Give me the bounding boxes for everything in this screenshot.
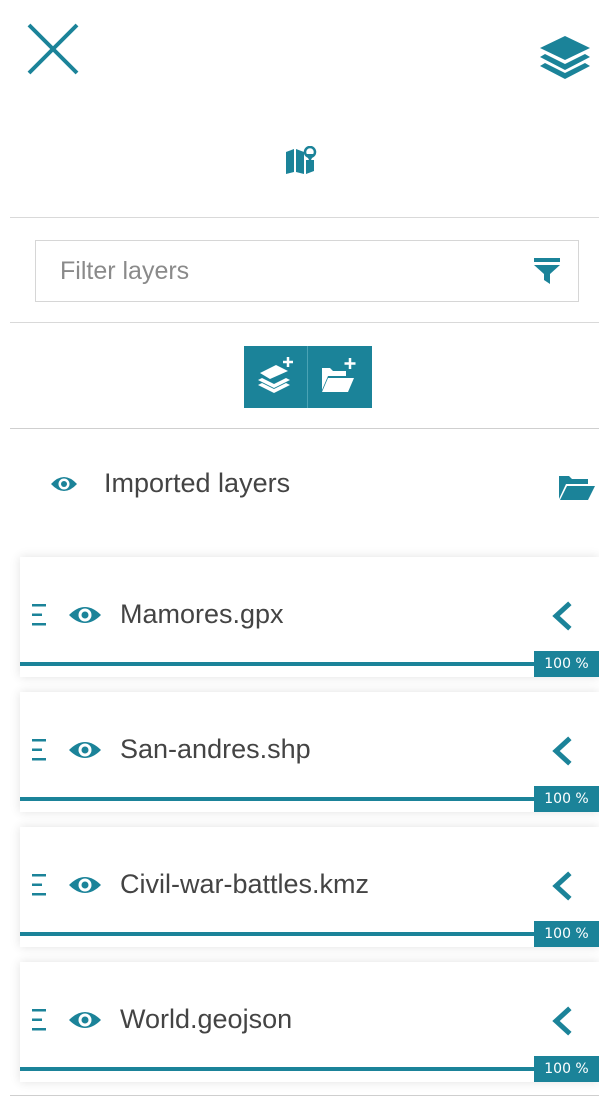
drag-handle-icon[interactable]	[32, 873, 46, 897]
add-folder-button[interactable]	[308, 346, 372, 408]
opacity-value[interactable]: 100 %	[534, 786, 599, 812]
add-layer-button[interactable]	[244, 346, 308, 408]
eye-icon[interactable]	[68, 738, 102, 762]
eye-icon[interactable]	[68, 873, 102, 897]
eye-icon[interactable]	[68, 603, 102, 627]
layer-card: San-andres.shp 100 %	[20, 692, 599, 812]
filter-box	[35, 240, 579, 302]
eye-icon[interactable]	[50, 473, 78, 495]
chevron-left-icon[interactable]	[550, 871, 572, 901]
layer-group-header: Imported layers	[0, 458, 599, 518]
layer-name: Civil-war-battles.kmz	[120, 869, 370, 899]
opacity-value[interactable]: 100 %	[534, 921, 599, 947]
opacity-slider[interactable]	[20, 1067, 599, 1071]
opacity-value[interactable]: 100 %	[534, 651, 599, 677]
layer-card: Civil-war-battles.kmz 100 %	[20, 827, 599, 947]
chevron-left-icon[interactable]	[550, 601, 572, 631]
opacity-slider[interactable]	[20, 797, 599, 801]
eye-icon[interactable]	[68, 1008, 102, 1032]
layer-card: Mamores.gpx 100 %	[20, 557, 599, 677]
chevron-left-icon[interactable]	[550, 1006, 572, 1036]
funnel-icon[interactable]	[533, 257, 561, 285]
filter-layers-input[interactable]	[36, 241, 540, 301]
layer-name: World.geojson	[120, 1004, 293, 1034]
close-button[interactable]	[26, 22, 80, 76]
add-folder-icon	[322, 358, 356, 392]
drag-handle-icon[interactable]	[32, 738, 46, 762]
drag-handle-icon[interactable]	[32, 603, 46, 627]
chevron-left-icon[interactable]	[550, 736, 572, 766]
divider	[10, 1095, 599, 1096]
layer-group-title: Imported layers	[104, 468, 291, 498]
layers-button[interactable]	[538, 30, 592, 84]
map-marker-icon	[285, 145, 317, 174]
divider	[10, 217, 599, 218]
layer-name: Mamores.gpx	[120, 599, 284, 629]
divider	[10, 428, 599, 429]
layers-stack-icon	[540, 36, 590, 79]
opacity-slider[interactable]	[20, 662, 599, 666]
drag-handle-icon[interactable]	[32, 1008, 46, 1032]
folder-open-icon[interactable]	[558, 472, 596, 502]
layer-actions-group	[244, 346, 372, 408]
opacity-value[interactable]: 100 %	[534, 1056, 599, 1082]
divider	[10, 322, 599, 323]
close-icon	[27, 23, 79, 75]
add-layer-icon	[258, 357, 293, 393]
layer-card: World.geojson 100 %	[20, 962, 599, 1082]
layer-name: San-andres.shp	[120, 734, 311, 764]
opacity-slider[interactable]	[20, 932, 599, 936]
